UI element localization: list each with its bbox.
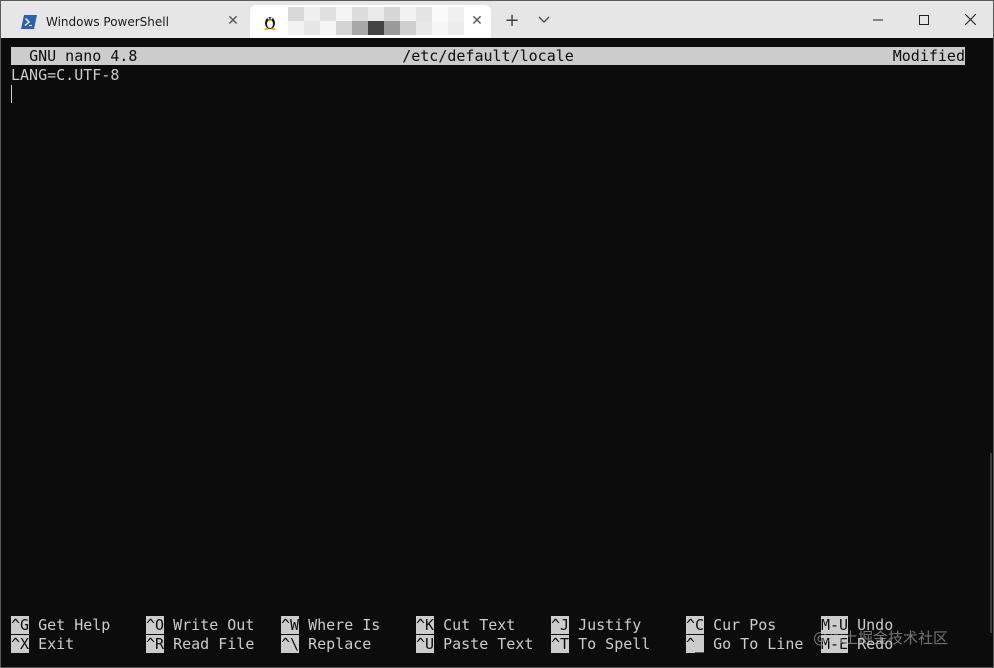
shortcut-write-out[interactable]: ^O Write Out (146, 616, 254, 635)
shortcut-read-file[interactable]: ^R Read File (146, 635, 254, 654)
terminal-scrollbar[interactable] (990, 453, 992, 633)
maximize-button[interactable] (901, 1, 947, 38)
close-window-button[interactable] (947, 1, 993, 38)
tab-bar: Windows PowerShell ✕ ✕ + (1, 1, 993, 38)
nano-filename: /etc/default/locale (402, 47, 574, 65)
tab-linux-shell[interactable]: ✕ (250, 5, 491, 38)
shortcut-cut-text[interactable]: ^K Cut Text (416, 616, 515, 635)
close-tab-icon[interactable]: ✕ (225, 13, 241, 29)
watermark: @稀土掘金技术社区 (813, 629, 949, 647)
minimize-button[interactable] (855, 1, 901, 38)
shortcut-cur-pos[interactable]: ^C Cur Pos (686, 616, 776, 635)
shortcut-get-help[interactable]: ^G Get Help (11, 616, 110, 635)
minimize-icon (873, 19, 883, 20)
tab-windows-powershell[interactable]: Windows PowerShell ✕ (9, 5, 247, 38)
shortcut-go-to-line[interactable]: ^_ Go To Line (686, 635, 803, 654)
linux-penguin-icon (262, 14, 278, 30)
obscured-tab-title (288, 7, 480, 35)
shortcut-replace[interactable]: ^\ Replace (281, 635, 371, 654)
text-cursor (11, 85, 12, 103)
tab-dropdown-chevron-icon[interactable] (533, 9, 555, 31)
terminal-content[interactable]: GNU nano 4.8 /etc/default/locale Modifie… (9, 38, 969, 664)
shortcut-justify[interactable]: ^J Justify (551, 616, 641, 635)
nano-title-bar: GNU nano 4.8 /etc/default/locale Modifie… (11, 47, 965, 65)
shortcut-exit[interactable]: ^X Exit (11, 635, 74, 654)
tab-label: Windows PowerShell (46, 14, 169, 29)
editor-line[interactable]: LANG=C.UTF-8 (11, 66, 119, 84)
new-tab-plus-icon[interactable]: + (501, 9, 523, 31)
shortcut-to-spell[interactable]: ^T To Spell (551, 635, 650, 654)
terminal-window: Windows PowerShell ✕ ✕ + GNU nano 4.8 /e… (0, 0, 994, 668)
nano-modified-status: Modified (892, 47, 965, 65)
close-tab-icon[interactable]: ✕ (469, 13, 485, 29)
powershell-icon (21, 14, 37, 30)
maximize-icon (919, 14, 929, 25)
shortcut-where-is[interactable]: ^W Where Is (281, 616, 380, 635)
close-icon (964, 14, 976, 25)
shortcut-paste-text[interactable]: ^U Paste Text (416, 635, 533, 654)
